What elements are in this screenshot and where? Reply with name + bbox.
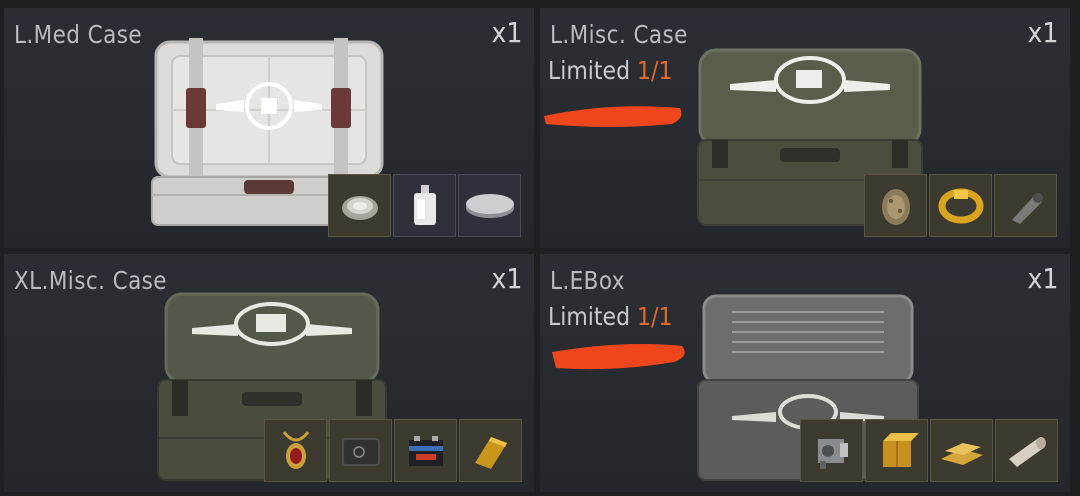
loot-slot[interactable]	[329, 419, 392, 482]
ruby-necklace-icon	[282, 430, 309, 469]
loot-slots	[328, 174, 521, 237]
limited-label: Limited 1/1	[548, 56, 672, 85]
redaction-mark	[552, 344, 685, 370]
redaction-mark	[544, 106, 682, 127]
loot-slot[interactable]	[800, 419, 863, 482]
loot-slot[interactable]	[930, 419, 993, 482]
loot-slot[interactable]	[995, 419, 1058, 482]
loot-slots	[264, 419, 522, 482]
case-card-med[interactable]: L.Med Case x1	[4, 8, 534, 248]
limited-label: Limited 1/1	[548, 302, 672, 331]
engine-part-icon	[817, 438, 848, 469]
silver-disc-icon	[465, 193, 514, 218]
gold-bars-icon	[940, 442, 983, 465]
case-quantity: x1	[491, 262, 522, 295]
loot-slot[interactable]	[458, 174, 521, 237]
loot-slot[interactable]	[264, 419, 327, 482]
case-name: L.Misc. Case	[550, 20, 688, 49]
limited-count: 1/1	[637, 302, 673, 331]
case-quantity: x1	[1027, 16, 1058, 49]
loot-slots	[800, 419, 1058, 482]
paper-roll-icon	[1008, 436, 1046, 467]
car-battery-icon	[408, 435, 443, 466]
gold-cube-icon	[882, 432, 919, 467]
case-card-misc[interactable]: L.Misc. Case x1 Limited 1/1	[540, 8, 1070, 248]
perfume-bottle-icon	[413, 184, 436, 225]
egg-ornament-icon	[881, 188, 910, 225]
loot-slot[interactable]	[929, 174, 992, 237]
small-safe-icon	[341, 437, 380, 466]
loot-slot[interactable]	[394, 419, 457, 482]
limited-text: Limited	[548, 302, 631, 331]
case-quantity: x1	[1027, 262, 1058, 295]
loot-slot[interactable]	[865, 419, 928, 482]
case-name: L.Med Case	[14, 20, 142, 49]
case-card-ebox[interactable]: L.EBox x1 Limited 1/1	[540, 254, 1070, 492]
gold-ring-icon	[938, 188, 983, 223]
loot-slot[interactable]	[864, 174, 927, 237]
case-card-xl-misc[interactable]: XL.Misc. Case x1	[4, 254, 534, 492]
limited-count: 1/1	[637, 56, 673, 85]
loot-slots	[864, 174, 1057, 237]
loot-slot[interactable]	[459, 419, 522, 482]
limited-text: Limited	[548, 56, 631, 85]
case-name: L.EBox	[550, 266, 625, 295]
case-name: XL.Misc. Case	[14, 266, 167, 295]
loot-slot[interactable]	[393, 174, 456, 237]
loot-slot[interactable]	[328, 174, 391, 237]
silver-plate-icon	[341, 195, 378, 220]
case-quantity: x1	[491, 16, 522, 49]
loot-slot[interactable]	[994, 174, 1057, 237]
gold-bar-icon	[474, 436, 507, 469]
whistle-icon	[1011, 192, 1043, 224]
inventory-grid: L.Med Case x1 L.Misc. Case x1 Limited 1/…	[0, 0, 1080, 496]
